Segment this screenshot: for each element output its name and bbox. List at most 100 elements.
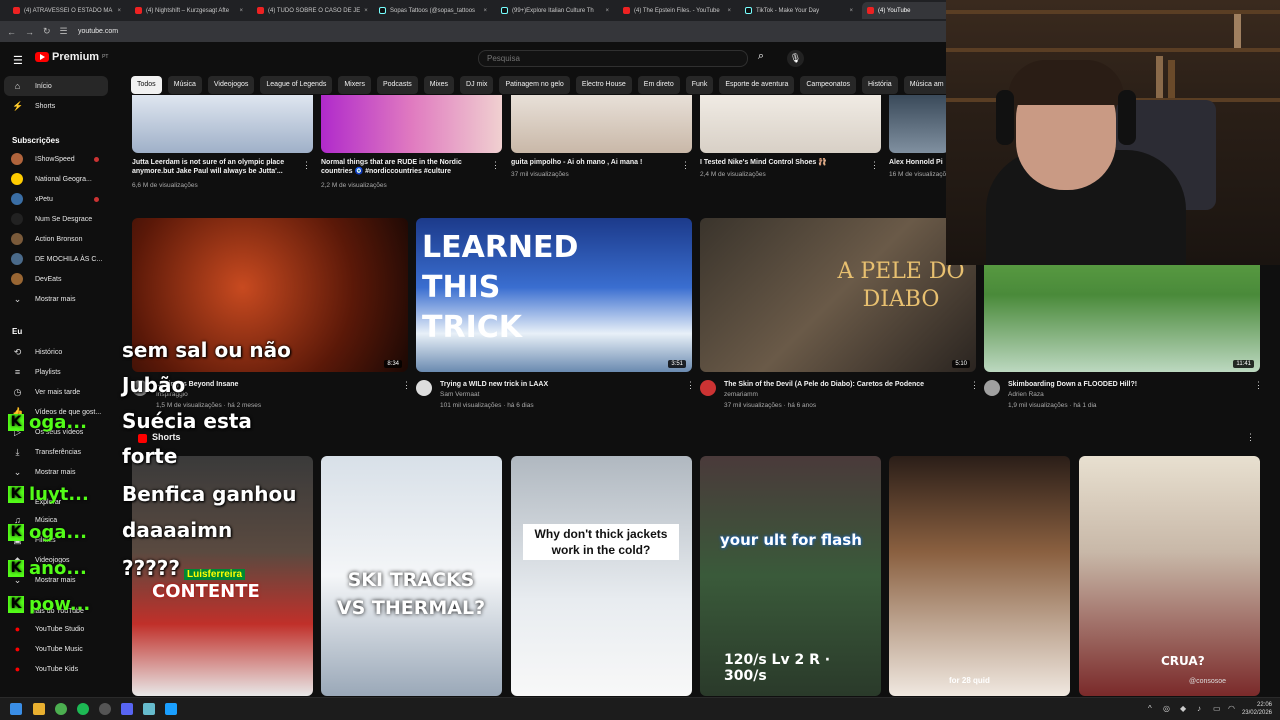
channel-avatar[interactable] [700, 380, 716, 396]
close-tab-icon[interactable]: × [239, 8, 243, 14]
filter-chip[interactable]: League of Legends [260, 76, 333, 94]
short-thumbnail[interactable]: your ult for flash 120/s Lv 2 R · 300/s [700, 456, 881, 696]
sidebar-item[interactable]: ⌂ Início [4, 76, 108, 96]
close-tab-icon[interactable]: × [117, 8, 121, 14]
more-actions-icon[interactable]: ⋮ [491, 160, 500, 171]
more-actions-icon[interactable]: ⋮ [686, 380, 695, 391]
sidebar-item-subscription[interactable]: National Geogra... [0, 169, 118, 189]
taskbar-clock[interactable]: 22:06 23/02/2026 [1242, 701, 1272, 717]
video-title[interactable]: Alex Honnold Pi [889, 158, 949, 167]
filter-chip[interactable]: Mixers [338, 76, 371, 94]
obs-icon[interactable] [99, 703, 111, 715]
sidebar-item-subscription[interactable]: Action Bronson [0, 229, 118, 249]
channel-avatar[interactable] [984, 380, 1000, 396]
filter-chip[interactable]: Campeonatos [800, 76, 856, 94]
sidebar-item-subscription[interactable]: Num Se Desgrace [0, 209, 118, 229]
video-title[interactable]: The Skin of the Devil (A Pele do Diabo):… [724, 380, 964, 389]
forward-icon[interactable]: → [25, 27, 34, 37]
spotify-icon[interactable] [77, 703, 89, 715]
sidebar-item[interactable]: ● YouTube Studio [0, 619, 118, 639]
volume-icon[interactable]: ♪ [1197, 704, 1201, 713]
subscriptions-header[interactable]: Subscrições [12, 136, 60, 145]
url-field[interactable]: youtube.com [78, 28, 118, 35]
more-actions-icon[interactable]: ⋮ [970, 380, 979, 391]
filter-chip[interactable]: História [861, 76, 898, 94]
video-title[interactable]: Jutta Leerdam is not sure of an olympic … [132, 158, 302, 176]
short-thumbnail[interactable]: Why don't thick jackets work in the cold… [511, 456, 692, 696]
close-tab-icon[interactable]: × [483, 8, 487, 14]
more-actions-icon[interactable]: ⋮ [402, 380, 411, 391]
short-thumbnail[interactable]: for 28 quid [889, 456, 1070, 696]
video-thumbnail[interactable] [132, 95, 313, 153]
youtube-logo[interactable]: Premium PT [35, 51, 108, 63]
tray-chevron-icon[interactable]: ^ [1148, 704, 1152, 713]
filter-chip[interactable]: Mixes [423, 76, 455, 94]
sidebar-item[interactable]: ⟲ Histórico [0, 342, 118, 362]
browser-tab[interactable]: TikTok - Make Your Day × [740, 2, 858, 19]
browser-tab[interactable]: (4) ATRAVESSEI O ESTADO MA × [8, 2, 126, 19]
site-info-icon[interactable]: ☰ [60, 26, 68, 37]
video-thumbnail[interactable] [700, 95, 881, 153]
video-thumbnail[interactable]: A PELE DO DIABO 5:10 [700, 218, 976, 372]
steam-icon[interactable] [165, 703, 177, 715]
sidebar-item-subscription[interactable]: xPetu [0, 189, 118, 209]
search-input[interactable] [478, 50, 748, 67]
video-title[interactable]: guita pimpolho - Ai oh mano , Ai mana ! [511, 158, 681, 167]
filter-chip[interactable]: Música [167, 76, 202, 94]
filter-chip[interactable]: Música am [903, 76, 947, 94]
browser-tab[interactable]: (4) TUDO SOBRE O CASO DE JE × [252, 2, 370, 19]
chrome-icon[interactable] [55, 703, 67, 715]
video-title[interactable]: Normal things that are RUDE in the Nordi… [321, 158, 491, 176]
video-title[interactable]: Trying a WILD new trick in LAAX [440, 380, 680, 389]
video-thumbnail[interactable] [889, 95, 949, 153]
network-icon[interactable]: ◆ [1180, 704, 1186, 713]
you-header[interactable]: Eu [12, 327, 22, 336]
sidebar-item[interactable]: ⚡ Shorts [0, 96, 118, 116]
file-explorer-icon[interactable] [33, 703, 45, 715]
close-tab-icon[interactable]: × [849, 8, 853, 14]
more-actions-icon[interactable]: ⋮ [681, 160, 690, 171]
sidebar-item-subscription[interactable]: IShowSpeed [0, 149, 118, 169]
video-title[interactable]: Skimboarding Down a FLOODED Hill?! [1008, 380, 1248, 389]
channel-name[interactable]: Adrien Raza [1008, 391, 1044, 398]
channel-name[interactable]: Sam Vermaat [440, 391, 479, 398]
sidebar-item[interactable]: ● YouTube Music [0, 639, 118, 659]
wifi-icon[interactable]: ◠ [1228, 704, 1235, 713]
more-actions-icon[interactable]: ⋮ [1254, 380, 1263, 391]
search-icon[interactable]: ⌕ [752, 50, 770, 67]
browser-tab[interactable]: (4) Nightshift – Kurzgesagt Afte × [130, 2, 248, 19]
reload-icon[interactable]: ↻ [43, 26, 51, 37]
menu-icon[interactable]: ☰ [13, 54, 23, 67]
filter-chip[interactable]: Esporte de aventura [719, 76, 795, 94]
windows-start-icon[interactable] [10, 703, 22, 715]
sidebar-item[interactable]: ⌄ Mostrar mais [0, 462, 118, 482]
sidebar-item[interactable]: ◷ Ver mais tarde [0, 382, 118, 402]
filter-chip[interactable]: Em direto [637, 76, 680, 94]
shorts-more-icon[interactable]: ⋮ [1246, 432, 1255, 443]
video-title[interactable]: I Tested Nike's Mind Control Shoes 🩰 [700, 158, 870, 167]
browser-tab[interactable]: Sopas Tattoos (@sopas_tattoos × [374, 2, 492, 19]
sidebar-item[interactable]: ⌄ Mostrar mais [0, 289, 118, 309]
sidebar-item-subscription[interactable]: DE MOCHILA ÀS C... [0, 249, 118, 269]
short-thumbnail[interactable]: CRUA? @consosoe [1079, 456, 1260, 696]
more-actions-icon[interactable]: ⋮ [870, 160, 879, 171]
filter-chip[interactable]: Todos [131, 76, 162, 94]
discord-icon[interactable] [121, 703, 133, 715]
video-title[interactable]: ...nting Is Beyond Insane [156, 380, 396, 389]
battery-icon[interactable]: ▭ [1213, 704, 1221, 713]
browser-tab[interactable]: (4) The Epstein Files. - YouTube × [618, 2, 736, 19]
close-tab-icon[interactable]: × [727, 8, 731, 14]
short-thumbnail[interactable]: SKI TRACKS VS THERMAL? [321, 456, 502, 696]
channel-name[interactable]: zemariamm [724, 391, 758, 398]
filter-chip[interactable]: Videojogos [207, 76, 255, 94]
filter-chip[interactable]: Funk [685, 76, 714, 94]
browser-tab[interactable]: (99+)Explore Italian Culture Th × [496, 2, 614, 19]
filter-chip[interactable]: Podcasts [376, 76, 418, 94]
filter-chip[interactable]: Patinagem no gelo [499, 76, 570, 94]
video-thumbnail[interactable] [321, 95, 502, 153]
close-tab-icon[interactable]: × [364, 8, 368, 14]
video-thumbnail[interactable]: LEARNED THIS TRICK 3:51 [416, 218, 692, 372]
channel-avatar[interactable] [416, 380, 432, 396]
more-actions-icon[interactable]: ⋮ [302, 160, 311, 171]
sidebar-item-subscription[interactable]: DevEats [0, 269, 118, 289]
